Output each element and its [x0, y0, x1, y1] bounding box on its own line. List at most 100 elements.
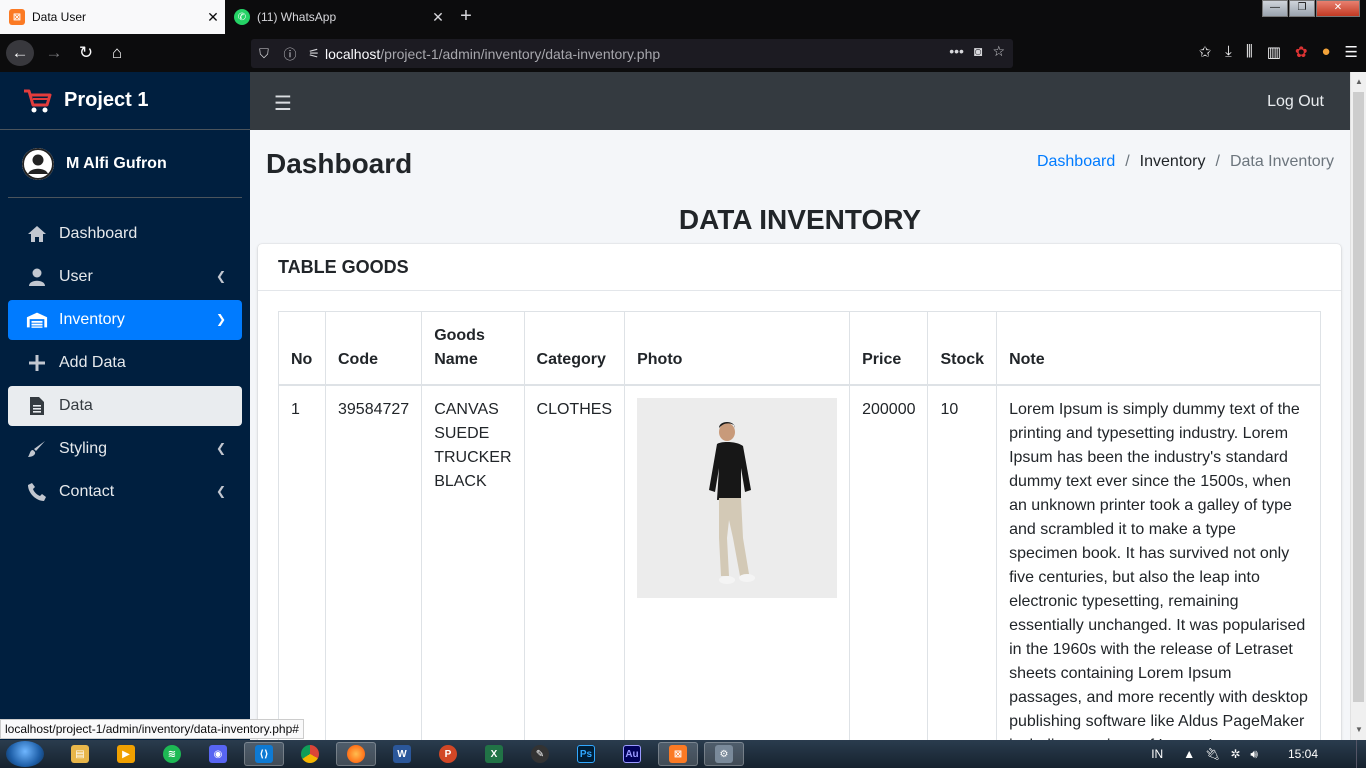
minimize-icon[interactable]: —	[1262, 0, 1288, 17]
avatar	[22, 147, 54, 180]
reload-icon[interactable]: ↻	[72, 40, 100, 66]
explorer-icon[interactable]: ▤	[60, 742, 100, 766]
sidebar-item-styling[interactable]: Styling ❮	[8, 429, 242, 469]
media-player-icon[interactable]: ▶	[106, 742, 146, 766]
menu-icon[interactable]: ☰	[1345, 43, 1358, 61]
chevron-left-icon: ❮	[215, 441, 226, 455]
sidebar-item-label: Inventory	[59, 311, 125, 328]
brand-link[interactable]: Project 1	[0, 72, 250, 130]
extension-icon[interactable]: ✿	[1295, 43, 1308, 61]
maximize-icon[interactable]: ❐	[1289, 0, 1315, 17]
sidebar-item-label: Styling	[59, 440, 108, 457]
clock[interactable]: 15:04	[1288, 747, 1318, 761]
chevron-left-icon: ❮	[215, 484, 226, 498]
discord-icon[interactable]: ◉	[198, 742, 238, 766]
scroll-up-icon[interactable]: ▲	[1351, 74, 1366, 90]
sidebar-item-add-data[interactable]: Add Data	[8, 343, 242, 383]
new-tab-icon[interactable]: +	[455, 5, 477, 28]
sidebar-item-user[interactable]: User ❮	[8, 257, 242, 297]
photoshop-icon[interactable]: Ps	[566, 742, 606, 766]
powerpoint-icon[interactable]: P	[428, 742, 468, 766]
scroll-down-icon[interactable]: ▼	[1351, 722, 1366, 738]
chevron-down-icon: ❯	[215, 312, 226, 326]
xampp-favicon-icon: ⊠	[9, 9, 25, 25]
download-icon[interactable]: ⤓	[1225, 43, 1232, 61]
info-icon[interactable]: ⓘ	[277, 44, 303, 63]
phone-icon	[26, 483, 48, 501]
pocket-icon[interactable]: ◙	[974, 43, 982, 60]
content-header: Dashboard Dashboard / Inventory / Data I…	[250, 130, 1350, 200]
close-tab-icon[interactable]: ✕	[426, 9, 450, 26]
toolbar-icons: ✩ ⤓ ⫼ ▥ ✿ ● ☰	[1199, 43, 1358, 61]
shield-icon[interactable]: ⛉	[251, 46, 277, 62]
tab-data-user[interactable]: ⊠ Data User ✕	[0, 0, 225, 34]
bookmark-star-icon[interactable]: ☆	[992, 43, 1005, 60]
start-button[interactable]	[6, 741, 44, 767]
spotify-icon[interactable]: ≋	[152, 742, 192, 766]
goods-card: TABLE GOODS No Code Goods Name Category …	[258, 244, 1341, 740]
cell-code: 39584727	[324, 384, 423, 740]
user-panel[interactable]: M Alfi Gufron	[8, 130, 242, 198]
library-icon[interactable]: ⫼	[1246, 43, 1253, 61]
volume-icon[interactable]: 🔊︎	[1250, 747, 1258, 762]
warehouse-icon	[26, 311, 48, 329]
status-url: localhost/project-1/admin/inventory/data…	[0, 719, 304, 739]
tab-whatsapp[interactable]: ✆ (11) WhatsApp ✕	[225, 0, 450, 34]
xampp-icon[interactable]: ⊠	[658, 742, 698, 766]
audition-icon[interactable]: Au	[612, 742, 652, 766]
inventory-heading: DATA INVENTORY	[678, 204, 922, 235]
logout-link[interactable]: Log Out	[1267, 93, 1324, 111]
firefox-icon[interactable]	[336, 742, 376, 766]
sidebar-item-data[interactable]: Data	[8, 386, 242, 426]
breadcrumb-separator: /	[1215, 153, 1220, 170]
more-actions-icon[interactable]: •••	[949, 43, 964, 60]
sidebar-item-dashboard[interactable]: Dashboard	[8, 214, 242, 254]
page-title: Dashboard	[266, 148, 413, 179]
home-icon[interactable]: ⌂	[103, 40, 131, 66]
breadcrumb-dashboard[interactable]: Dashboard	[1037, 153, 1115, 171]
power-icon[interactable]: 🔌︎	[1205, 747, 1220, 761]
forward-icon[interactable]: →	[40, 40, 68, 66]
breadcrumb-separator: /	[1125, 153, 1130, 170]
sidebar-item-label: Add Data	[59, 354, 126, 371]
back-icon[interactable]: ←	[6, 40, 34, 66]
show-desktop-button[interactable]	[1356, 740, 1366, 768]
sidebar-toggle-icon[interactable]: ▥	[1267, 43, 1281, 61]
excel-icon[interactable]: X	[474, 742, 514, 766]
shopping-cart-logo-icon	[24, 89, 52, 112]
column-header-stock: Stock	[927, 311, 998, 386]
permissions-icon[interactable]: ⚟	[303, 46, 325, 62]
url-bar[interactable]: ⛉ ⓘ ⚟ localhost/project-1/admin/inventor…	[251, 39, 1013, 68]
show-hidden-icons-icon[interactable]: ▲	[1183, 747, 1195, 761]
page-scrollbar[interactable]: ▲ ▼	[1350, 72, 1366, 740]
tab-strip: ⊠ Data User ✕ ✆ (11) WhatsApp ✕ + — ❐ ✕	[0, 0, 1366, 34]
sidebar-item-inventory[interactable]: Inventory ❯	[8, 300, 242, 340]
sidebar-item-label: Data	[59, 397, 93, 414]
bookmarks-icon[interactable]: ✩	[1199, 43, 1212, 61]
taskbar: ▤ ▶ ≋ ◉ ⟨⟩ W P X ✎ Ps Au ⊠ ⚙ IN ▲ 🔌︎ ✲ 🔊…	[0, 740, 1366, 768]
vscode-icon[interactable]: ⟨⟩	[244, 742, 284, 766]
extension-icon[interactable]: ●	[1321, 43, 1330, 61]
control-panel-icon[interactable]: ⚙	[704, 742, 744, 766]
cell-goods-name: CANVAS SUEDE TRUCKER BLACK	[421, 384, 525, 740]
plus-icon	[26, 355, 48, 371]
column-header-photo: Photo	[624, 311, 851, 386]
sidebar-item-label: Contact	[59, 483, 115, 500]
network-icon[interactable]: ✲	[1230, 747, 1240, 761]
sidebar-item-label: User	[59, 268, 93, 285]
cell-no: 1	[278, 384, 326, 740]
hamburger-menu-icon[interactable]: ☰	[274, 91, 292, 116]
table-wrapper: No Code Goods Name Category Photo Price …	[278, 311, 1321, 740]
language-indicator[interactable]: IN	[1151, 747, 1163, 761]
corel-icon[interactable]: ✎	[520, 742, 560, 766]
chrome-icon[interactable]	[290, 742, 330, 766]
system-tray: IN ▲ 🔌︎ ✲ 🔊︎ 15:04	[1151, 740, 1366, 768]
table-row: 1 39584727 CANVAS SUEDE TRUCKER BLACK CL…	[278, 384, 1321, 740]
close-tab-icon[interactable]: ✕	[201, 9, 225, 26]
close-window-icon[interactable]: ✕	[1316, 0, 1360, 17]
word-icon[interactable]: W	[382, 742, 422, 766]
column-header-note: Note	[996, 311, 1321, 386]
scrollbar-thumb[interactable]	[1353, 92, 1364, 702]
goods-table: No Code Goods Name Category Photo Price …	[278, 311, 1321, 740]
sidebar-item-contact[interactable]: Contact ❮	[8, 472, 242, 512]
